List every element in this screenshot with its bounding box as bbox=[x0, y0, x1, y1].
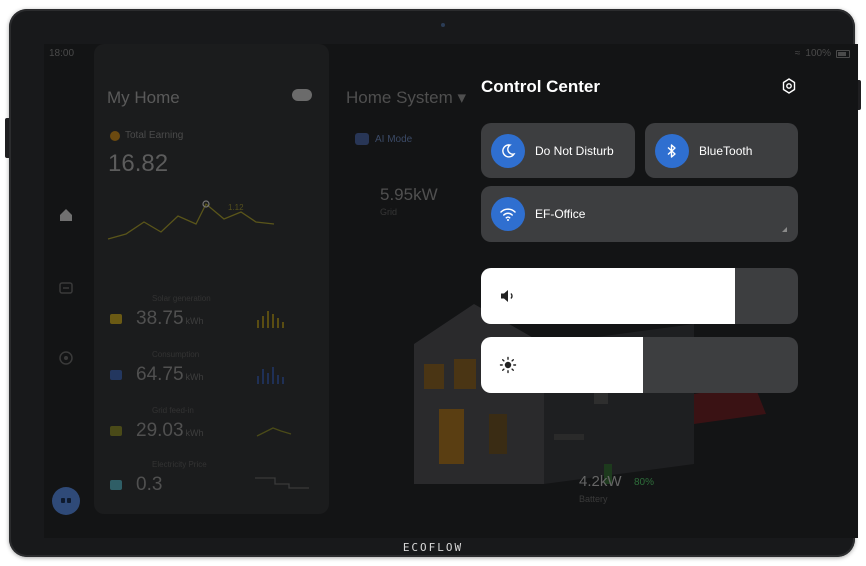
grid-icon bbox=[110, 426, 122, 436]
bluetooth-label: BlueTooth bbox=[699, 143, 753, 158]
do-not-disturb-toggle[interactable]: Do Not Disturb bbox=[481, 123, 635, 178]
metric-row: Grid feed-in 29.03 kWh bbox=[110, 406, 292, 442]
metric-bars bbox=[257, 367, 284, 384]
grid-label: Grid bbox=[380, 207, 398, 217]
ai-mode-label: AI Mode bbox=[375, 133, 413, 145]
home-system-label: Home System bbox=[346, 88, 453, 107]
avatar[interactable] bbox=[52, 487, 80, 515]
status-icons: ≈ 100% bbox=[795, 48, 850, 59]
list-icon[interactable] bbox=[58, 280, 74, 296]
earning-label: Total Earning bbox=[110, 130, 183, 141]
wifi-status-icon: ≈ bbox=[794, 48, 801, 59]
solar-icon bbox=[110, 314, 122, 324]
expand-corner-icon[interactable] bbox=[782, 227, 787, 232]
sparkline-point-label: 1.12 bbox=[228, 203, 244, 212]
wifi-network-label: EF-Office bbox=[535, 207, 586, 221]
front-camera bbox=[441, 23, 445, 27]
metric-label: Electricity Price bbox=[152, 460, 207, 469]
consumption-icon bbox=[110, 370, 122, 380]
grid-power: 5.95kW bbox=[380, 185, 438, 204]
metric-value: 64.75 bbox=[136, 364, 184, 385]
price-icon bbox=[110, 480, 122, 490]
volume-slider[interactable] bbox=[481, 268, 798, 324]
brightness-slider[interactable] bbox=[481, 337, 798, 393]
wifi-toggle[interactable]: EF-Office bbox=[481, 186, 798, 242]
metric-unit: kWh bbox=[185, 316, 204, 326]
metric-step-chart bbox=[255, 477, 309, 489]
metric-unit: kWh bbox=[185, 428, 204, 438]
battery-percent: 100% bbox=[805, 48, 831, 59]
metric-line bbox=[256, 427, 292, 437]
control-center-title: Control Center bbox=[481, 77, 600, 96]
status-time: 18:00 bbox=[49, 48, 75, 59]
battery-label: Battery bbox=[579, 494, 608, 504]
my-home-title: My Home bbox=[107, 88, 180, 107]
metric-label: Solar generation bbox=[152, 294, 211, 303]
metric-bars bbox=[257, 311, 284, 328]
bluetooth-icon bbox=[655, 133, 689, 168]
do-not-disturb-label: Do Not Disturb bbox=[535, 143, 614, 158]
earning-label-text: Total Earning bbox=[125, 130, 184, 141]
wifi-icon bbox=[491, 197, 525, 231]
volume-fill bbox=[481, 268, 735, 324]
metric-row: Consumption 64.75 kWh bbox=[110, 350, 284, 386]
home-system-title: Home System ▾ bbox=[346, 88, 467, 107]
brand-logo: ECOFLOW bbox=[402, 541, 464, 554]
gear-icon[interactable] bbox=[781, 78, 797, 94]
ai-mode-chip: AI Mode bbox=[355, 133, 412, 145]
screen: 18:00 ≈ 100% My Home Total Earning 16.82… bbox=[44, 44, 858, 538]
card-toggle[interactable] bbox=[292, 89, 312, 101]
metric-row: Solar generation 38.75 kWh bbox=[110, 294, 284, 330]
my-home-card bbox=[94, 44, 329, 514]
earning-icon bbox=[110, 130, 120, 141]
speaker-icon bbox=[501, 290, 513, 302]
battery-power: 4.2kW bbox=[579, 473, 622, 490]
home-icon[interactable] bbox=[58, 207, 74, 223]
battery-icon bbox=[836, 49, 850, 58]
sun-icon bbox=[499, 356, 517, 374]
bluetooth-toggle[interactable]: BlueTooth bbox=[645, 123, 798, 178]
side-button bbox=[5, 118, 9, 158]
metric-value: 38.75 bbox=[136, 308, 184, 329]
gauge-icon[interactable] bbox=[58, 350, 74, 366]
metric-unit: kWh bbox=[185, 372, 204, 382]
earning-value: 16.82 bbox=[108, 150, 169, 177]
metric-row: Electricity Price 0.3 bbox=[110, 460, 309, 496]
earning-sparkline bbox=[107, 200, 275, 240]
metric-value: 29.03 bbox=[136, 420, 184, 441]
metric-label: Grid feed-in bbox=[152, 406, 194, 415]
battery-percent: 80% bbox=[634, 477, 655, 488]
metric-value: 0.3 bbox=[136, 474, 163, 495]
moon-icon bbox=[491, 133, 525, 168]
ai-icon bbox=[355, 133, 369, 145]
metric-label: Consumption bbox=[152, 350, 200, 359]
